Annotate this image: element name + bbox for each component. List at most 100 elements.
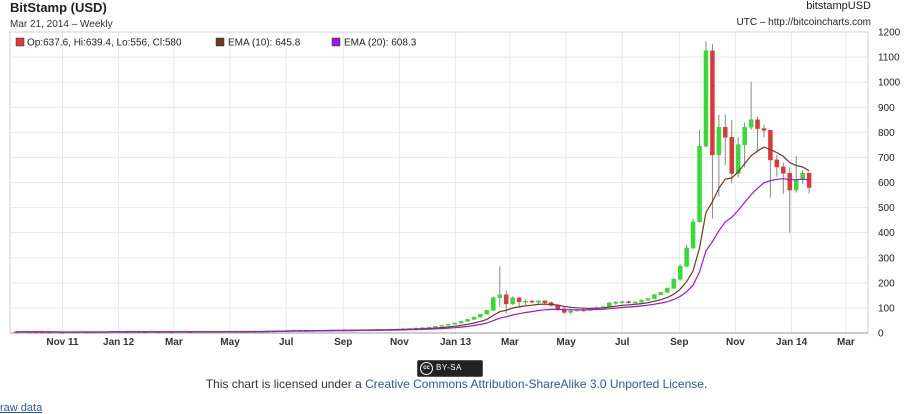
candle-up (536, 300, 541, 303)
x-tick-label: Mar (837, 337, 855, 348)
candle-down (781, 166, 786, 174)
candle-up (716, 127, 722, 156)
legend-ema20-label: EMA (20): 608.3 (344, 38, 417, 49)
x-tick-label: Sep (334, 337, 352, 348)
candle-down (768, 130, 773, 161)
license-prefix: This chart is licensed under a (205, 377, 366, 391)
x-tick-label: Jan 14 (776, 337, 808, 348)
candle-down (723, 127, 728, 138)
raw-data-link[interactable]: raw data (0, 402, 42, 414)
x-tick-label: Nov (726, 337, 745, 348)
candle-up (677, 266, 683, 280)
legend: Op:637.6, Hi:639.4, Lo:556, Cl:580 EMA (… (15, 37, 417, 49)
y-tick-label: 500 (878, 203, 895, 214)
candle-up (510, 297, 515, 305)
x-tick-label: Jan 12 (103, 337, 135, 348)
y-tick-label: 0 (878, 329, 884, 340)
y-tick-label: 400 (878, 228, 895, 239)
y-tick-label: 1200 (878, 28, 901, 39)
cc-license-badge[interactable]: cc BY-SA (417, 360, 483, 377)
legend-ema10-swatch (215, 37, 225, 47)
candle-up (684, 247, 689, 267)
cc-badge-label: BY-SA (436, 363, 462, 372)
x-tick-label: May (556, 337, 576, 348)
grid (10, 31, 868, 334)
candle-up (523, 300, 528, 303)
candle-up (652, 294, 657, 299)
candle-up (742, 127, 747, 145)
x-tick-label: Sep (670, 337, 688, 348)
x-tick-label: Mar (165, 337, 183, 348)
candle-up (491, 297, 496, 311)
license-suffix: . (703, 377, 708, 391)
candle-down (529, 300, 535, 303)
x-tick-label: Jul (279, 337, 294, 348)
price-chart: 0 100 200 300 400 500 600 700 800 900 1000 1100 1200… (0, 0, 913, 360)
ema-lines (16, 146, 810, 333)
x-axis: Nov 11 Jan 12 Mar May Jul Sep Nov Jan 13 Mar May J… (46, 337, 855, 348)
candle-down (542, 300, 548, 303)
candle-up (465, 319, 470, 322)
candle-up (613, 302, 619, 304)
candle-up (658, 292, 664, 295)
candle-up (445, 324, 451, 326)
cc-icon: cc (420, 362, 433, 375)
license-notice: This chart is licensed under a Creative … (0, 377, 913, 391)
candle-up (671, 279, 677, 289)
candle-up (478, 313, 483, 318)
candle-down (787, 172, 792, 191)
candle-up (632, 301, 638, 304)
y-axis: 0 100 200 300 400 500 600 700 800 900 1000 1100 1200 (878, 28, 901, 340)
candle-up (793, 179, 799, 191)
ema20-line (16, 178, 810, 333)
candle-up (439, 325, 445, 327)
candle-down (516, 297, 522, 302)
y-tick-label: 1100 (878, 53, 900, 64)
candle-up (458, 321, 464, 324)
candle-up (735, 144, 741, 174)
legend-ohlc-swatch (15, 37, 25, 47)
x-tick-label: Nov 11 (46, 337, 79, 348)
y-tick-label: 100 (878, 303, 895, 314)
y-tick-label: 700 (878, 153, 895, 164)
y-tick-label: 800 (878, 128, 895, 139)
candle-up (639, 299, 644, 303)
chart-title: BitStamp (USD) (10, 0, 107, 15)
chart-canvas: 0 100 200 300 400 500 600 700 800 900 1000 1100 1200… (9, 28, 901, 348)
candle-up (497, 294, 503, 298)
candle-up (645, 298, 651, 301)
license-link[interactable]: Creative Commons Attribution-ShareAlike … (365, 377, 704, 391)
y-tick-label: 300 (878, 253, 895, 264)
chart-subtitle: Mar 21, 2014 – Weekly (10, 19, 113, 30)
legend-ema20-swatch (331, 37, 341, 47)
candles (14, 41, 812, 334)
candle-up (619, 301, 625, 303)
x-tick-label: May (220, 337, 240, 348)
x-tick-label: Nov (390, 337, 409, 348)
x-tick-label: Mar (501, 337, 519, 348)
candle-down (626, 301, 631, 303)
candle-up (690, 221, 696, 249)
market-symbol: bitstampUSD (806, 0, 871, 12)
candle-down (761, 128, 767, 131)
candle-up (452, 322, 457, 325)
x-tick-label: Jan 13 (440, 337, 472, 348)
y-tick-label: 600 (878, 178, 895, 189)
candle-up (665, 288, 670, 293)
y-tick-label: 1000 (878, 78, 901, 89)
candle-up (748, 119, 754, 128)
legend-ohlc-label: Op:637.6, Hi:639.4, Lo:556, Cl:580 (27, 38, 182, 49)
data-source: UTC – http://bitcoincharts.com (736, 17, 872, 28)
ema10-line (16, 146, 810, 333)
candle-up (433, 326, 438, 328)
legend-ema10-label: EMA (10): 645.8 (228, 38, 301, 49)
candle-down (503, 294, 509, 305)
candle-down (729, 137, 734, 174)
y-tick-label: 900 (878, 103, 895, 114)
candle-up (568, 310, 573, 313)
x-tick-label: Jul (615, 337, 630, 348)
candle-down (755, 119, 760, 129)
candle-up (471, 316, 477, 320)
candle-up (484, 309, 490, 315)
y-tick-label: 200 (878, 278, 895, 289)
